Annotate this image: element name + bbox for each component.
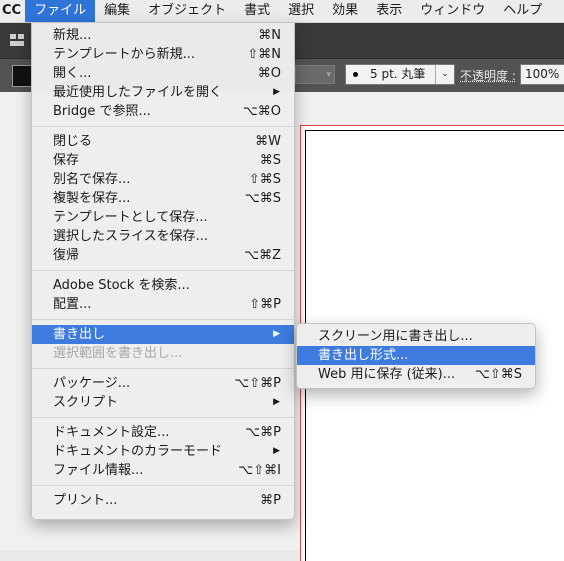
menu-item-document-setup[interactable]: ドキュメント設定... ⌥⌘P bbox=[32, 423, 294, 442]
submenu-arrow-icon: ▶ bbox=[273, 87, 280, 97]
menu-item-search-adobe-stock[interactable]: Adobe Stock を検索... bbox=[32, 276, 294, 295]
menu-item-new-from-template[interactable]: テンプレートから新規... ⇧⌘N bbox=[32, 45, 294, 64]
file-menu: 新規... ⌘N テンプレートから新規... ⇧⌘N 開く... ⌘O 最近使用したフ… bbox=[31, 22, 295, 520]
submenu-arrow-icon: ▶ bbox=[273, 446, 280, 456]
app-menu[interactable]: CC bbox=[0, 0, 25, 22]
menu-separator bbox=[32, 417, 294, 418]
menu-separator bbox=[32, 485, 294, 486]
menu-file[interactable]: ファイル bbox=[25, 0, 96, 22]
menu-item-package[interactable]: パッケージ... ⌥⇧⌘P bbox=[32, 374, 294, 393]
chevron-down-icon[interactable]: ⌄ bbox=[435, 65, 454, 84]
menu-item-place[interactable]: 配置... ⇧⌘P bbox=[32, 295, 294, 314]
menu-item-close[interactable]: 閉じる ⌘W bbox=[32, 132, 294, 151]
menu-view[interactable]: 表示 bbox=[367, 0, 411, 22]
opacity-input[interactable]: 100% bbox=[520, 64, 564, 85]
menu-item-export-as[interactable]: 書き出し形式... bbox=[297, 346, 535, 365]
export-submenu: スクリーン用に書き出し... 書き出し形式... Web 用に保存 (従来)..… bbox=[296, 323, 536, 389]
brush-dot-icon bbox=[353, 72, 358, 77]
menu-help[interactable]: ヘルプ bbox=[494, 0, 551, 22]
menu-item-save[interactable]: 保存 ⌘S bbox=[32, 151, 294, 170]
workspace-switcher-icon[interactable] bbox=[10, 34, 24, 46]
menu-separator bbox=[32, 270, 294, 271]
menu-type[interactable]: 書式 bbox=[235, 0, 279, 22]
menu-edit[interactable]: 編集 bbox=[95, 0, 139, 22]
menu-window[interactable]: ウィンドウ bbox=[411, 0, 494, 22]
menu-separator bbox=[32, 368, 294, 369]
submenu-arrow-icon: ▶ bbox=[273, 397, 280, 407]
menu-select[interactable]: 選択 bbox=[279, 0, 323, 22]
menu-item-open-recent[interactable]: 最近使用したファイルを開く ▶ bbox=[32, 83, 294, 102]
menu-item-print[interactable]: プリント... ⌘P bbox=[32, 491, 294, 510]
brush-definition-dropdown[interactable]: 5 pt. 丸筆 ⌄ bbox=[345, 64, 455, 85]
submenu-arrow-icon: ▶ bbox=[273, 329, 280, 339]
menu-item-export-for-screens[interactable]: スクリーン用に書き出し... bbox=[297, 327, 535, 346]
menu-item-export-selection: 選択範囲を書き出し... bbox=[53, 346, 183, 361]
menu-item-revert[interactable]: 復帰 ⌥⌘Z bbox=[32, 246, 294, 265]
menu-item-save-a-copy[interactable]: 複製を保存... ⌥⌘S bbox=[32, 189, 294, 208]
menu-item-save-as[interactable]: 別名で保存... ⇧⌘S bbox=[32, 170, 294, 189]
stroke-weight-dropdown[interactable]: ▾ bbox=[295, 65, 335, 84]
opacity-label[interactable]: 不透明度 : bbox=[460, 67, 516, 84]
menu-item-save-as-template[interactable]: テンプレートとして保存... bbox=[32, 208, 294, 227]
menu-item-file-info[interactable]: ファイル情報... ⌥⇧⌘I bbox=[32, 461, 294, 480]
menu-item-export[interactable]: 書き出し ▶ bbox=[32, 325, 294, 344]
menu-separator bbox=[32, 126, 294, 127]
menu-item-scripts[interactable]: スクリプト ▶ bbox=[32, 393, 294, 412]
menu-item-browse-in-bridge[interactable]: Bridge で参照... ⌥⌘O bbox=[32, 102, 294, 121]
menu-item-save-for-web[interactable]: Web 用に保存 (従来)... ⌥⇧⌘S bbox=[297, 365, 535, 384]
menu-item-save-selected-slices[interactable]: 選択したスライスを保存... bbox=[32, 227, 294, 246]
menu-object[interactable]: オブジェクト bbox=[139, 0, 235, 22]
menu-effect[interactable]: 効果 bbox=[323, 0, 367, 22]
menu-bar: CC ファイル 編集 オブジェクト 書式 選択 効果 表示 ウィンドウ ヘルプ bbox=[0, 0, 564, 23]
menu-item-document-color-mode[interactable]: ドキュメントのカラーモード ▶ bbox=[32, 442, 294, 461]
menu-item-new[interactable]: 新規... ⌘N bbox=[32, 26, 294, 45]
menu-separator bbox=[32, 319, 294, 320]
menu-item-open[interactable]: 開く... ⌘O bbox=[32, 64, 294, 83]
brush-label: 5 pt. 丸筆 bbox=[370, 67, 426, 81]
